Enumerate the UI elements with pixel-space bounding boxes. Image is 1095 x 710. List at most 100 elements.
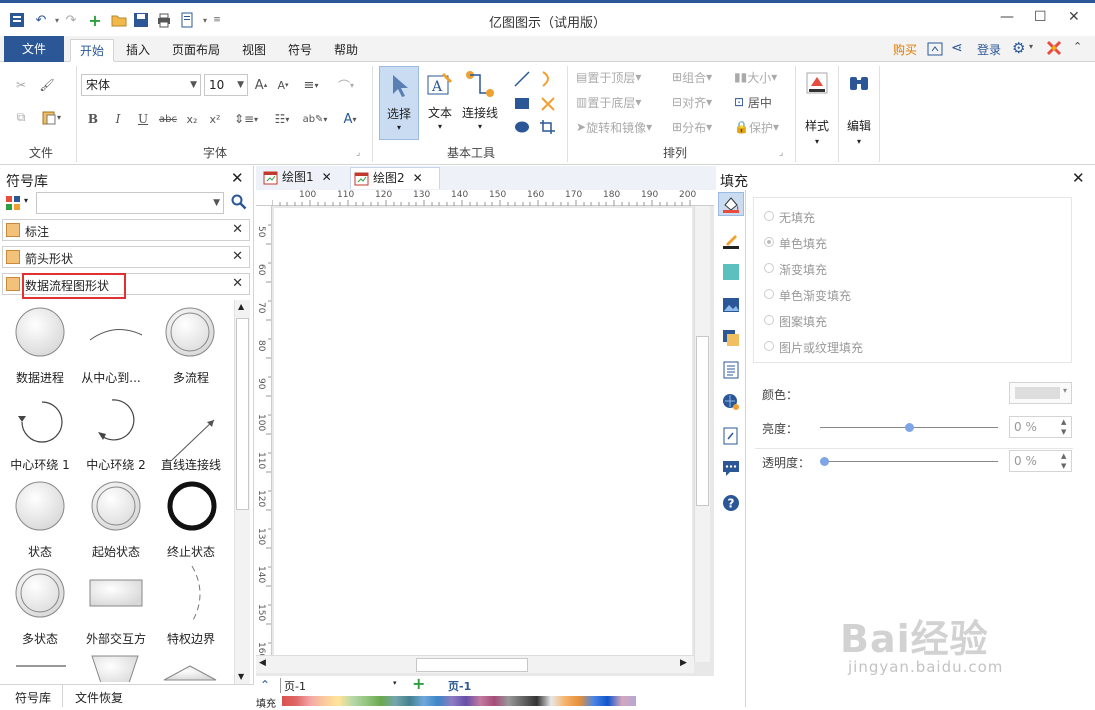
shape-center-loop-1[interactable] [18, 401, 63, 443]
shape-straight-connector[interactable] [171, 419, 215, 461]
scroll-down-icon[interactable]: ▼ [238, 672, 244, 681]
scroll-left-icon[interactable]: ◀ [259, 658, 266, 668]
category-close-icon[interactable]: ✕ [232, 276, 243, 291]
page-tab[interactable]: 页-1 [448, 678, 471, 694]
line-panel-icon[interactable] [718, 228, 744, 252]
library-search-input[interactable]: ▼ [36, 192, 224, 214]
distribute-button[interactable]: ⊞ 分布 ▾ [672, 118, 712, 136]
shape-diamond[interactable] [163, 665, 217, 681]
transparency-input[interactable]: 0 % ▲ ▼ [1009, 450, 1072, 472]
grow-font-icon[interactable]: A ▴ [252, 76, 270, 94]
add-page-icon[interactable]: + [412, 674, 425, 693]
tab-symbol[interactable]: 符号 [280, 39, 320, 62]
color-palette[interactable] [282, 696, 636, 706]
category-arrow-shapes[interactable]: 箭头形状 ✕ [2, 246, 250, 268]
transparency-slider-thumb[interactable] [820, 457, 829, 466]
category-close-icon[interactable]: ✕ [232, 249, 243, 264]
rectangle-tool-icon[interactable] [513, 96, 531, 112]
highlight-icon[interactable]: ab✎ ▾ [300, 110, 330, 128]
underline-icon[interactable]: U [135, 110, 151, 128]
shape-end-state[interactable] [167, 481, 217, 531]
attachment-panel-icon[interactable] [718, 424, 744, 448]
scrollbar-thumb[interactable] [416, 658, 528, 672]
tab-view[interactable]: 视图 [234, 39, 274, 62]
connector-tool-button[interactable]: 连接线 ▾ [459, 66, 501, 140]
brightness-input[interactable]: 0 % ▲ ▼ [1009, 416, 1072, 438]
page-select[interactable]: 页-1 ▾ [280, 678, 400, 693]
crop-tool-icon[interactable] [539, 119, 557, 135]
shape-state[interactable] [15, 481, 65, 531]
style-button[interactable]: 样式 ▾ [800, 66, 834, 156]
align-button[interactable]: ⊟ 对齐 ▾ [672, 93, 712, 111]
tab-file[interactable]: 文件 [4, 36, 64, 62]
fill-panel-close-icon[interactable]: ✕ [1072, 169, 1085, 187]
share-screen-icon[interactable] [927, 41, 943, 60]
shape-outline-icon[interactable]: ⌒ ▾ [334, 76, 358, 94]
subscript-icon[interactable]: x₂ [184, 110, 200, 128]
layers-panel-icon[interactable] [718, 326, 744, 350]
point-tool-icon[interactable] [539, 96, 557, 112]
shape-trapezoid[interactable] [91, 655, 139, 682]
font-dialog-launcher-icon[interactable]: ⌟ [356, 148, 360, 158]
tab-help[interactable]: 帮助 [326, 39, 366, 62]
spinner-icon[interactable]: ▲ ▼ [1061, 451, 1066, 471]
color-picker[interactable]: ▾ [1009, 382, 1072, 404]
scroll-up-icon[interactable]: ▲ [238, 302, 244, 311]
bold-icon[interactable]: B [85, 110, 101, 128]
library-scrollbar[interactable]: ▲ ▼ [234, 300, 250, 686]
group-button[interactable]: ⊞ 组合 ▾ [672, 68, 712, 86]
select-tool-button[interactable]: 选择 ▾ [379, 66, 419, 140]
font-size-select[interactable]: 10 ▼ [204, 74, 248, 96]
fill-option-pattern[interactable]: 图案填充 [764, 313, 827, 330]
fill-option-gradient[interactable]: 渐变填充 [764, 261, 827, 278]
shape-start-state[interactable] [91, 481, 141, 531]
doc-tab-2[interactable]: 绘图2 ✕ [350, 167, 440, 189]
shape-privilege-boundary[interactable] [191, 565, 201, 623]
search-icon[interactable] [231, 194, 247, 210]
font-name-select[interactable]: 宋体 ▼ [81, 74, 201, 96]
maximize-button[interactable]: ☐ [1034, 9, 1047, 25]
shadow-panel-icon[interactable] [718, 260, 744, 284]
fill-option-none[interactable]: 无填充 [764, 209, 815, 226]
shape-multi-process[interactable] [165, 307, 215, 357]
cut-icon[interactable]: ✂ [12, 76, 30, 94]
page-properties-icon[interactable] [718, 358, 744, 382]
minimize-button[interactable]: — [1000, 9, 1014, 25]
size-button[interactable]: ▮▮ 大小 ▾ [734, 68, 777, 86]
image-panel-icon[interactable] [718, 293, 744, 317]
shape-multi-state[interactable] [15, 568, 65, 618]
doc-tab-1[interactable]: 绘图1 ✕ [260, 167, 346, 189]
edraw-logo-icon[interactable] [1046, 40, 1062, 59]
shape-data-process[interactable] [15, 307, 65, 357]
category-close-icon[interactable]: ✕ [232, 222, 243, 237]
fill-option-solid[interactable]: 单色填充 [764, 235, 827, 252]
library-menu-button[interactable]: ▾ [3, 193, 33, 213]
page-nav-up-icon[interactable]: ⌃ [260, 678, 270, 692]
bring-to-front-button[interactable]: ▤ 置于顶层 ▾ [576, 68, 641, 86]
category-callout[interactable]: 标注 ✕ [2, 219, 250, 241]
buy-link[interactable]: 购买 [888, 39, 922, 62]
drawing-page[interactable] [274, 208, 692, 658]
settings-dropdown-icon[interactable]: ▾ [1029, 42, 1033, 51]
login-link[interactable]: 登录 [972, 39, 1006, 62]
scrollbar-thumb[interactable] [696, 336, 709, 506]
bullets-icon[interactable]: ☷ ▾ [268, 110, 296, 128]
arrange-dialog-launcher-icon[interactable]: ⌟ [779, 148, 783, 158]
canvas-horizontal-scrollbar[interactable]: ◀ ▶ [256, 655, 694, 673]
canvas-vertical-scrollbar[interactable] [694, 206, 710, 662]
strikethrough-icon[interactable]: abc [158, 110, 178, 128]
collapse-ribbon-icon[interactable]: ⌃ [1073, 40, 1082, 53]
scroll-right-icon[interactable]: ▶ [680, 658, 687, 668]
paste-icon[interactable]: ▾ [38, 108, 64, 126]
center-button[interactable]: ⊡ 居中 [734, 93, 772, 111]
align-text-icon[interactable]: ≡ ▾ [300, 76, 322, 94]
fill-option-solid-gradient[interactable]: 单色渐变填充 [764, 287, 851, 304]
rotate-mirror-button[interactable]: ➤ 旋转和镜像 ▾ [576, 118, 652, 136]
comment-panel-icon[interactable] [718, 456, 744, 480]
tab-home[interactable]: 开始 [70, 39, 114, 62]
superscript-icon[interactable]: x² [207, 110, 223, 128]
fill-option-picture[interactable]: 图片或纹理填充 [764, 339, 863, 356]
tab-library[interactable]: 符号库 [6, 689, 60, 706]
library-close-icon[interactable]: ✕ [231, 169, 244, 187]
help-icon[interactable]: ? [718, 491, 744, 515]
